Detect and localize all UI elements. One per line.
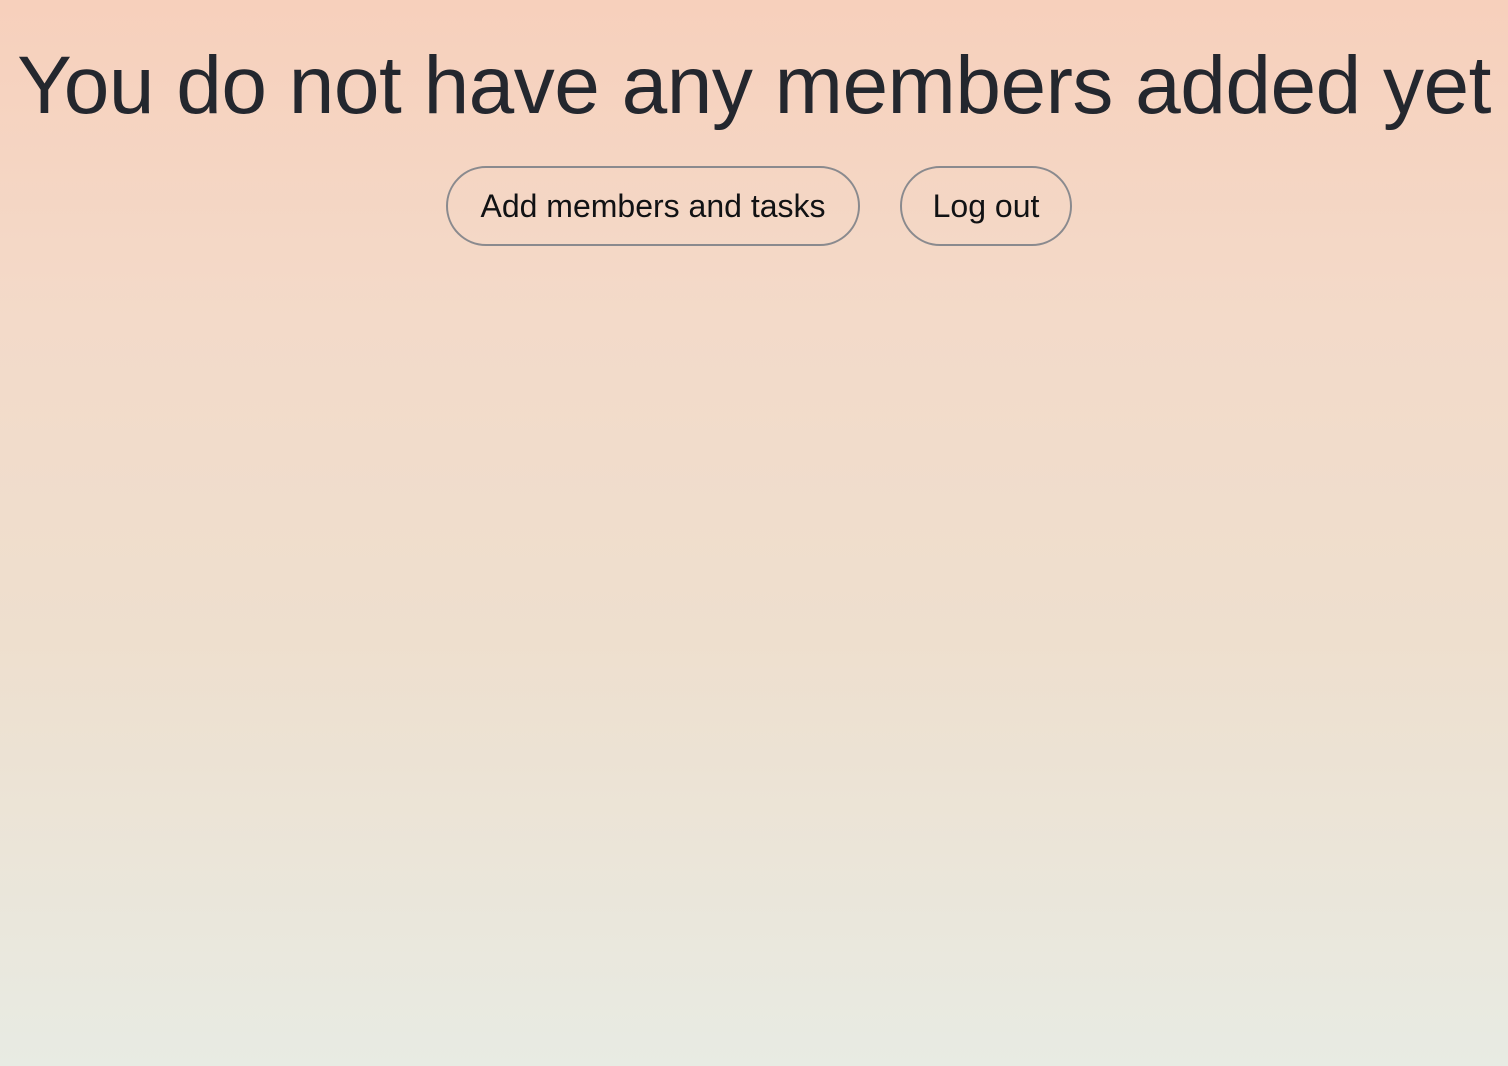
empty-state-heading: You do not have any members added yet <box>17 40 1491 131</box>
add-members-and-tasks-button[interactable]: Add members and tasks <box>446 166 860 246</box>
action-buttons: Add members and tasks Log out <box>0 166 1508 246</box>
empty-state-page: You do not have any members added yet Ad… <box>0 0 1508 1066</box>
log-out-button[interactable]: Log out <box>900 166 1072 246</box>
